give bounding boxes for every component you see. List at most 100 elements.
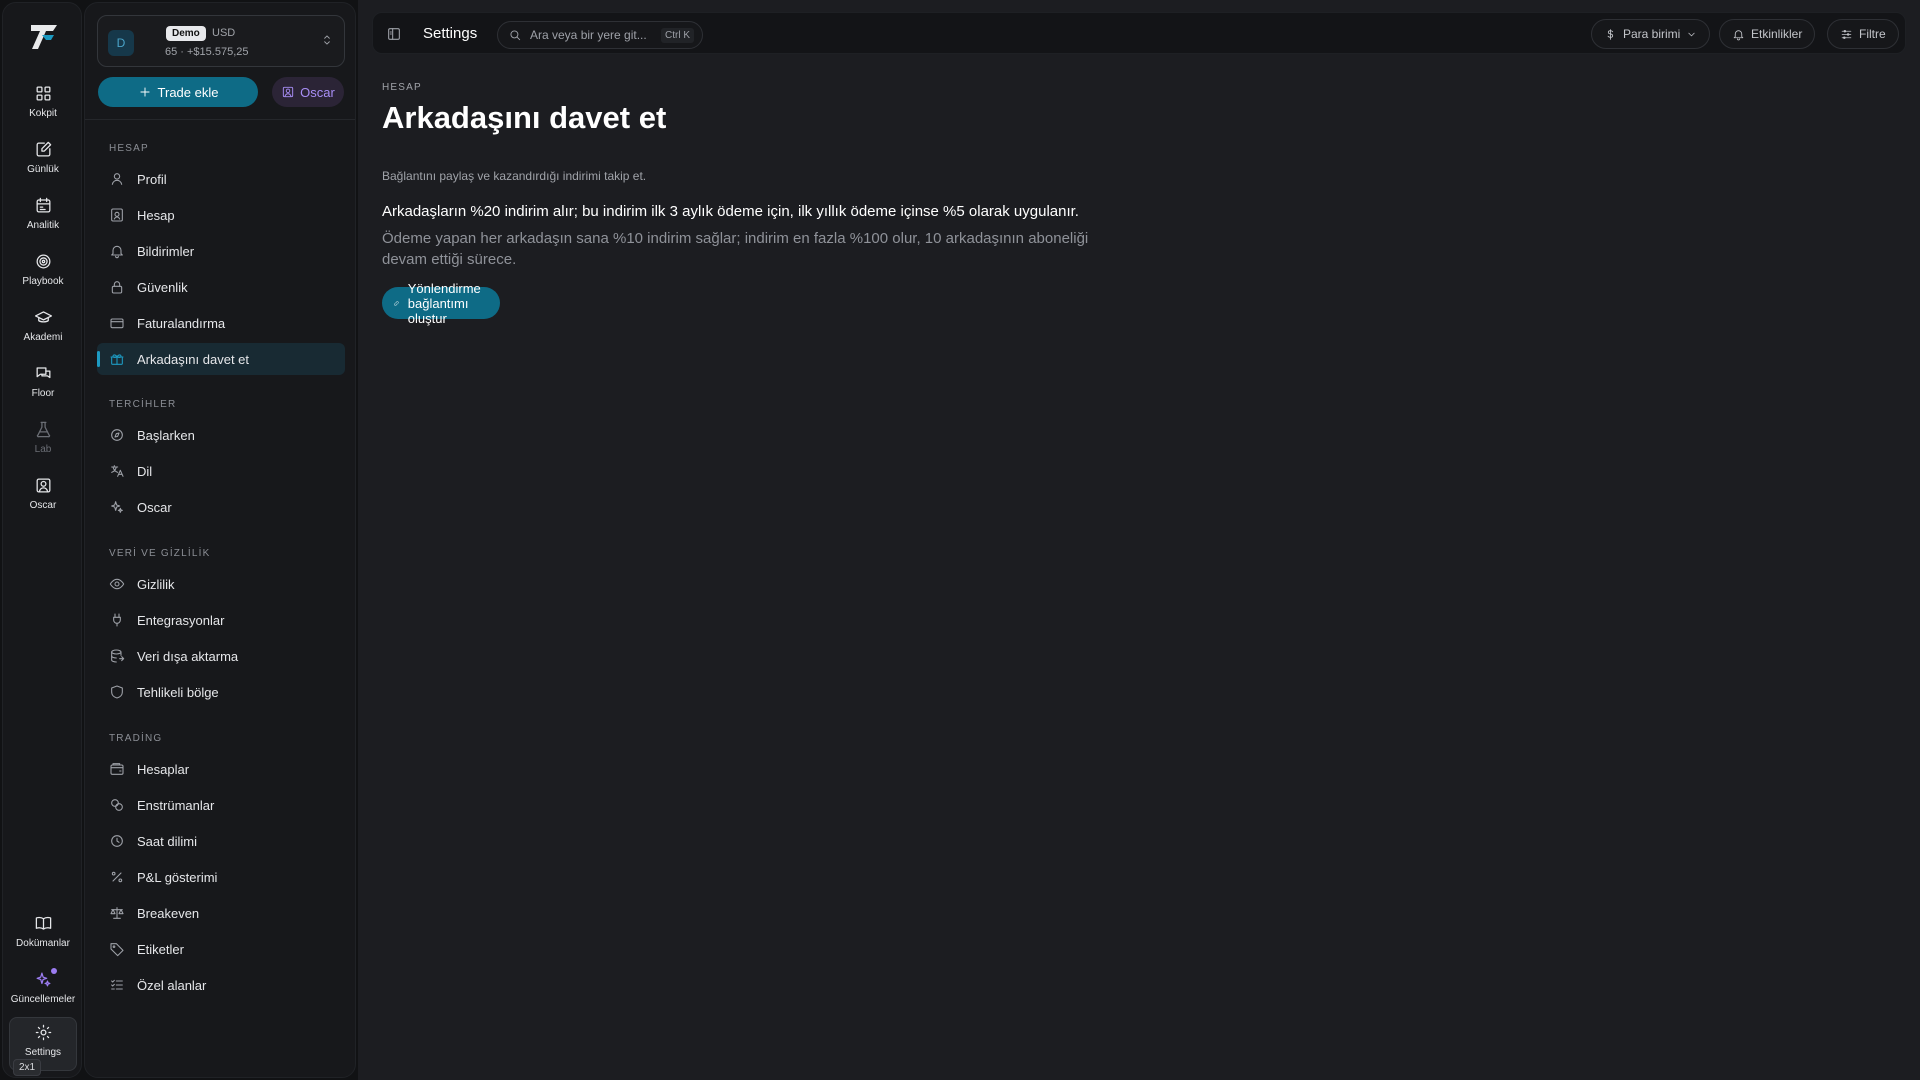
- settings-sidebar: D Demo USD 65 · +$15.575,25 Trade ekle O…: [84, 2, 356, 1078]
- gift-icon: [110, 354, 124, 365]
- section-hesap: HESAP: [109, 143, 149, 154]
- calendar-icon: [36, 197, 50, 213]
- nav-oscar[interactable]: Oscar: [97, 491, 345, 523]
- add-trade-label: Trade ekle: [157, 84, 219, 100]
- section-trading: TRADİNG: [109, 733, 163, 744]
- nav-bildirimler[interactable]: Bildirimler: [97, 235, 345, 267]
- lock-icon: [111, 281, 123, 294]
- filter-button[interactable]: Filtre: [1827, 19, 1899, 49]
- search-input[interactable]: Ara veya bir yere git... Ctrl K: [497, 21, 703, 49]
- rail-playbook[interactable]: Playbook: [9, 247, 77, 299]
- events-button[interactable]: Etkinlikler: [1719, 19, 1816, 49]
- rail-label: Oscar: [29, 500, 57, 511]
- nav-entegrasyonlar[interactable]: Entegrasyonlar: [97, 604, 345, 636]
- rail-akademi[interactable]: Akademi: [9, 303, 77, 355]
- translate-icon: [111, 465, 124, 477]
- nav-label: Güvenlik: [137, 279, 188, 295]
- rail-label: Kokpit: [29, 108, 57, 119]
- nav-guvenlik[interactable]: Güvenlik: [97, 271, 345, 303]
- rail-label: Playbook: [22, 276, 64, 287]
- nav-ozel-alanlar[interactable]: Özel alanlar: [97, 969, 345, 1001]
- mode-badge: Demo: [166, 26, 206, 41]
- nav-hesap[interactable]: Hesap: [97, 199, 345, 231]
- section-tercihler: TERCİHLER: [109, 399, 177, 410]
- account-switcher[interactable]: D Demo USD 65 · +$15.575,25: [97, 15, 345, 67]
- bell-icon: [1733, 29, 1744, 40]
- rail-lab[interactable]: Lab: [9, 415, 77, 467]
- rail-kokpit[interactable]: Kokpit: [9, 79, 77, 131]
- coins-icon: [111, 799, 123, 811]
- rail-analitik[interactable]: Analitik: [9, 191, 77, 243]
- rail-label: Settings: [24, 1047, 62, 1058]
- rail-label: Günlük: [27, 164, 59, 175]
- create-referral-link-button[interactable]: Yönlendirme bağlantımı oluştur: [382, 281, 500, 326]
- nav-label: Bildirimler: [137, 243, 195, 259]
- nav-etiketler[interactable]: Etiketler: [97, 933, 345, 965]
- bell-icon: [111, 245, 123, 259]
- nav-label: Entegrasyonlar: [137, 612, 225, 628]
- page-title: Arkadaşını davet et: [382, 100, 667, 135]
- rail-floor[interactable]: Floor: [9, 359, 77, 411]
- nav-label: Dil: [137, 463, 153, 479]
- nav-dil[interactable]: Dil: [97, 455, 345, 487]
- user-icon: [111, 173, 123, 185]
- nav-saat-dilimi[interactable]: Saat dilimi: [97, 825, 345, 857]
- nav-breakeven[interactable]: Breakeven: [97, 897, 345, 929]
- nav-label: Arkadaşını davet et: [137, 351, 250, 367]
- nav-pnl-gosterimi[interactable]: P&L gösterimi: [97, 861, 345, 893]
- nav-gizlilik[interactable]: Gizlilik: [97, 568, 345, 600]
- compass-icon: [111, 429, 123, 441]
- referral-benefit-text: Arkadaşların %20 indirim alır; bu indiri…: [382, 203, 1079, 220]
- page-title-bar: Settings: [423, 25, 478, 42]
- filter-label: Filtre: [1859, 27, 1886, 41]
- zoom-badge: 2x1: [13, 1059, 42, 1076]
- chevron-updown-icon: [324, 35, 330, 45]
- sidebar-toggle-button[interactable]: [383, 23, 405, 45]
- rail-label: Lab: [34, 444, 52, 455]
- nav-tehlikeli-bolge[interactable]: Tehlikeli bölge: [97, 676, 345, 708]
- user-square-icon: [283, 86, 294, 98]
- nav-profil[interactable]: Profil: [97, 163, 345, 195]
- logo-icon: [31, 25, 57, 49]
- nav-label: P&L gösterimi: [137, 869, 218, 885]
- rail-gunluk[interactable]: Günlük: [9, 135, 77, 187]
- rail-dokumanlar[interactable]: Dokümanlar: [9, 909, 77, 961]
- sparkles-icon: [111, 501, 123, 513]
- create-referral-link-label: Yönlendirme bağlantımı oluştur: [407, 280, 481, 326]
- link-icon: [394, 300, 399, 306]
- grid-icon: [36, 86, 50, 101]
- user-square-icon: [36, 478, 50, 493]
- add-trade-button[interactable]: Trade ekle: [98, 77, 258, 107]
- sparkles-icon: [36, 972, 50, 987]
- plug-icon: [113, 613, 121, 627]
- rail-label: Analitik: [26, 220, 60, 231]
- oscar-label: Oscar: [300, 84, 335, 100]
- nav-label: Özel alanlar: [137, 977, 207, 993]
- oscar-button[interactable]: Oscar: [272, 77, 344, 107]
- nav-veri-disa-aktarma[interactable]: Veri dışa aktarma: [97, 640, 345, 672]
- id-card-icon: [111, 208, 123, 222]
- tag-icon: [110, 943, 124, 957]
- search-placeholder: Ara veya bir yere git...: [530, 28, 647, 42]
- journal-icon: [36, 141, 51, 157]
- nav-label: Gizlilik: [137, 576, 175, 592]
- account-meta: 65 · +$15.575,25: [165, 46, 249, 58]
- rail-label: Akademi: [23, 332, 63, 343]
- nav-label: Hesap: [137, 207, 175, 223]
- nav-label: Tehlikeli bölge: [137, 684, 219, 700]
- book-icon: [35, 916, 51, 930]
- currency-dropdown[interactable]: Para birimi: [1591, 19, 1711, 49]
- credit-card-icon: [110, 318, 124, 329]
- nav-baslarken[interactable]: Başlarken: [97, 419, 345, 451]
- nav-faturalandirma[interactable]: Faturalandırma: [97, 307, 345, 339]
- rail-guncellemeler[interactable]: Güncellemeler: [9, 965, 77, 1017]
- shield-icon: [111, 685, 123, 699]
- nav-enstrumanlar[interactable]: Enstrümanlar: [97, 789, 345, 821]
- top-bar: Settings Ara veya bir yere git... Ctrl K…: [372, 12, 1906, 54]
- nav-hesaplar[interactable]: Hesaplar: [97, 753, 345, 785]
- page-subtitle: Bağlantını paylaş ve kazandırdığı indiri…: [382, 169, 647, 183]
- nav-arkadasini-davet-et[interactable]: Arkadaşını davet et: [97, 343, 345, 375]
- rail-oscar[interactable]: Oscar: [9, 471, 77, 523]
- nav-label: Etiketler: [137, 941, 184, 957]
- notification-dot: [51, 968, 57, 974]
